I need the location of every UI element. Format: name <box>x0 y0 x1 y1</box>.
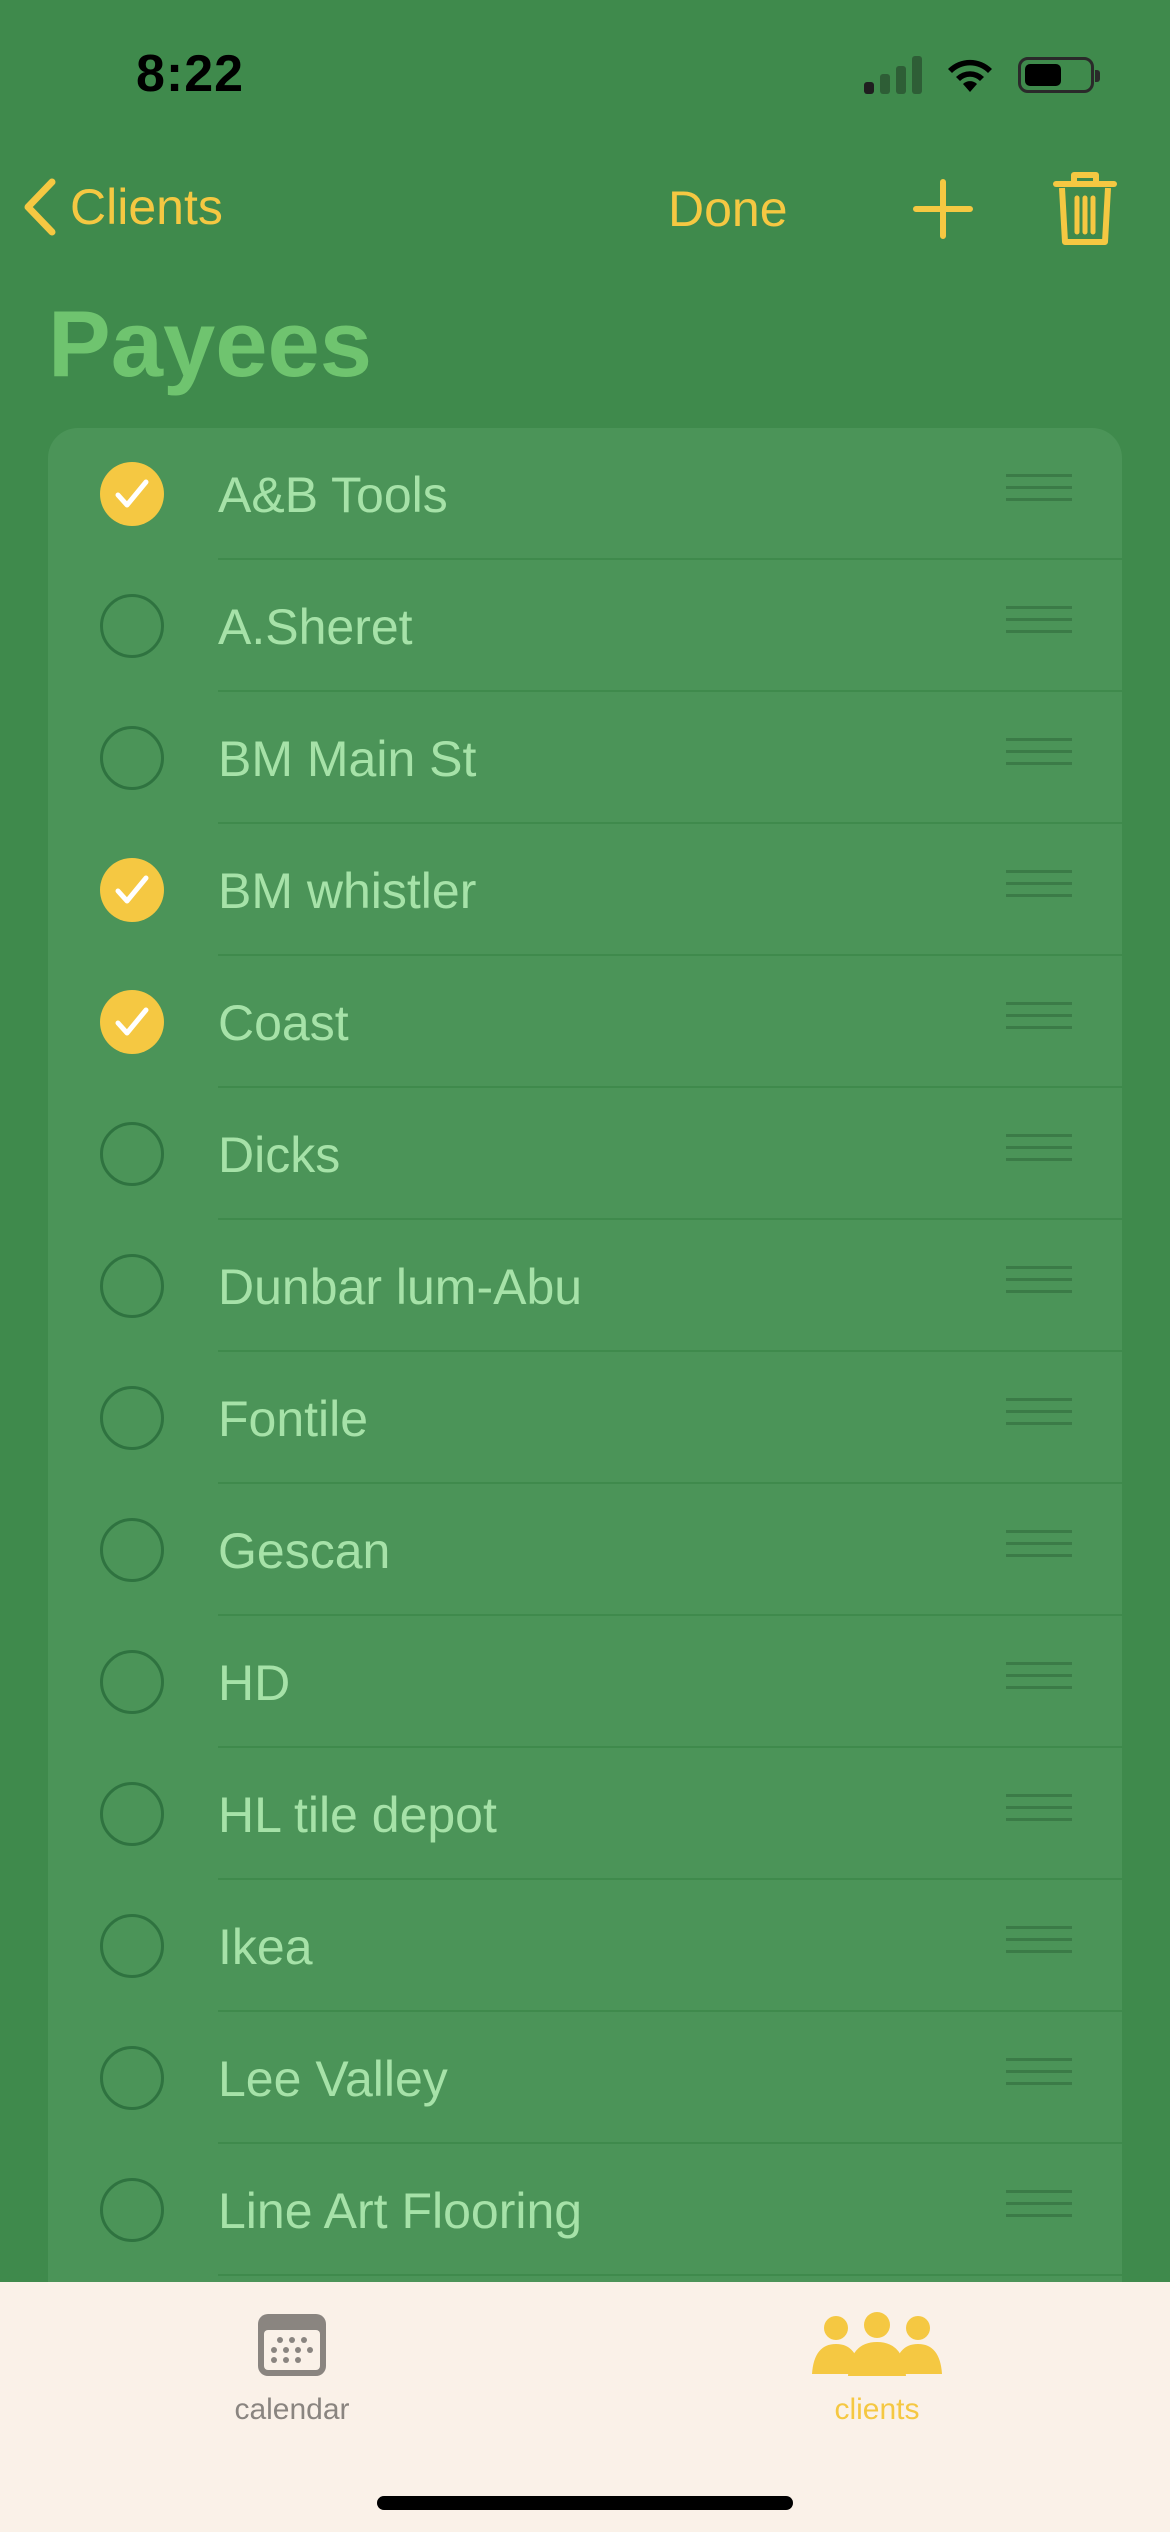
payee-name: Coast <box>218 995 349 1051</box>
empty-circle-icon[interactable] <box>100 2178 164 2242</box>
list-item[interactable]: Gescan <box>48 1484 1122 1616</box>
delete-button[interactable] <box>1052 168 1118 253</box>
list-item[interactable]: HD <box>48 1616 1122 1748</box>
reorder-handle-icon[interactable] <box>1006 870 1072 908</box>
payee-name: Lee Valley <box>218 2051 448 2107</box>
add-button[interactable] <box>912 178 974 245</box>
payee-name: HL tile depot <box>218 1787 497 1843</box>
tab-calendar[interactable]: calendar <box>142 2312 442 2427</box>
reorder-handle-icon[interactable] <box>1006 1530 1072 1568</box>
empty-circle-icon[interactable] <box>100 1518 164 1582</box>
list-item[interactable]: HL tile depot <box>48 1748 1122 1880</box>
cellular-signal-icon <box>864 56 922 94</box>
back-label: Clients <box>70 179 223 235</box>
reorder-handle-icon[interactable] <box>1006 2058 1072 2096</box>
chevron-left-icon <box>24 178 56 236</box>
empty-circle-icon[interactable] <box>100 1254 164 1318</box>
reorder-handle-icon[interactable] <box>1006 1794 1072 1832</box>
done-button[interactable]: Done <box>668 180 788 238</box>
reorder-handle-icon[interactable] <box>1006 1398 1072 1436</box>
payee-name: Ikea <box>218 1919 313 1975</box>
row-divider <box>218 2274 1122 2276</box>
list-item[interactable]: Coast <box>48 956 1122 1088</box>
battery-icon <box>1018 57 1100 93</box>
status-icons <box>864 56 1100 94</box>
reorder-handle-icon[interactable] <box>1006 1002 1072 1040</box>
empty-circle-icon[interactable] <box>100 1782 164 1846</box>
checkmark-circle-icon[interactable] <box>100 858 164 922</box>
empty-circle-icon[interactable] <box>100 1122 164 1186</box>
reorder-handle-icon[interactable] <box>1006 606 1072 644</box>
payee-name: A.Sheret <box>218 599 413 655</box>
tab-bar: calendar clients <box>0 2282 1170 2532</box>
reorder-handle-icon[interactable] <box>1006 1926 1072 1964</box>
page-title: Payees <box>48 291 373 396</box>
list-item[interactable]: BM whistler <box>48 824 1122 956</box>
payee-name: Fontile <box>218 1391 369 1447</box>
tab-clients-label: clients <box>834 2393 920 2426</box>
navigation-bar: Clients Done <box>0 160 1170 260</box>
plus-icon <box>913 179 973 239</box>
reorder-handle-icon[interactable] <box>1006 738 1072 776</box>
reorder-handle-icon[interactable] <box>1006 1266 1072 1304</box>
empty-circle-icon[interactable] <box>100 1650 164 1714</box>
list-item[interactable]: Lee Valley <box>48 2012 1122 2144</box>
empty-circle-icon[interactable] <box>100 2046 164 2110</box>
empty-circle-icon[interactable] <box>100 594 164 658</box>
people-icon <box>812 2312 942 2376</box>
list-item[interactable]: Dicks <box>48 1088 1122 1220</box>
list-item[interactable]: Dunbar lum-Abu <box>48 1220 1122 1352</box>
wifi-icon <box>948 59 992 92</box>
checkmark-circle-icon[interactable] <box>100 990 164 1054</box>
list-item[interactable]: Fontile <box>48 1352 1122 1484</box>
list-item[interactable]: BM Main St <box>48 692 1122 824</box>
empty-circle-icon[interactable] <box>100 1914 164 1978</box>
empty-circle-icon[interactable] <box>100 726 164 790</box>
calendar-icon <box>258 2314 326 2376</box>
empty-circle-icon[interactable] <box>100 1386 164 1450</box>
checkmark-circle-icon[interactable] <box>100 462 164 526</box>
list-item[interactable]: A&B Tools <box>48 428 1122 560</box>
trash-icon <box>1053 172 1117 245</box>
list-item[interactable]: Ikea <box>48 1880 1122 2012</box>
reorder-handle-icon[interactable] <box>1006 1662 1072 1700</box>
list-item[interactable]: A.Sheret <box>48 560 1122 692</box>
payee-name: Line Art Flooring <box>218 2183 583 2239</box>
payee-name: HD <box>218 1655 291 1711</box>
payee-name: A&B Tools <box>218 467 448 523</box>
payee-name: BM whistler <box>218 863 477 919</box>
payee-name: Dicks <box>218 1127 341 1183</box>
status-bar: 8:22 <box>0 0 1170 150</box>
list-item[interactable]: Line Art Flooring <box>48 2144 1122 2276</box>
status-time: 8:22 <box>136 45 245 103</box>
tab-calendar-label: calendar <box>234 2393 350 2426</box>
reorder-handle-icon[interactable] <box>1006 474 1072 512</box>
reorder-handle-icon[interactable] <box>1006 1134 1072 1172</box>
payee-name: BM Main St <box>218 731 477 787</box>
payee-list: A&B Tools A.Sheret BM Main St BM whistler Co… <box>48 428 1122 2328</box>
payee-name: Gescan <box>218 1523 391 1579</box>
tab-clients[interactable]: clients <box>727 2312 1027 2427</box>
payee-name: Dunbar lum-Abu <box>218 1259 583 1315</box>
reorder-handle-icon[interactable] <box>1006 2190 1072 2228</box>
back-button[interactable]: Clients <box>22 178 223 236</box>
home-indicator <box>377 2496 793 2510</box>
